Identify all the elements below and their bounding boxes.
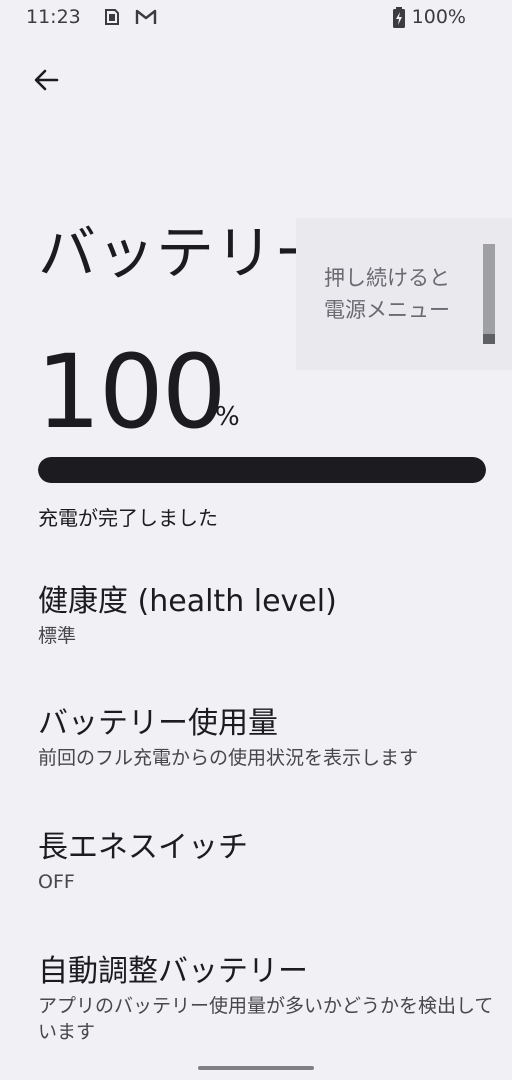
tooltip-text: 押し続けると 電源メニュー xyxy=(324,266,450,322)
navigation-handle[interactable] xyxy=(198,1066,314,1070)
setting-summary: OFF xyxy=(38,871,75,893)
status-bar: 11:23 100% xyxy=(0,0,512,36)
power-menu-tooltip: 押し続けると 電源メニュー xyxy=(296,218,512,370)
battery-unit: % xyxy=(215,402,240,432)
setting-adaptive-battery[interactable]: 自動調整バッテリー アプリのバッテリー使用量が多いかどうかを検出しています xyxy=(38,953,498,1045)
battery-level: 100 xyxy=(36,333,227,452)
battery-progress-fill xyxy=(38,457,486,483)
tooltip-scroll-track xyxy=(483,244,495,344)
setting-summary: 前回のフル充電からの使用状況を表示します xyxy=(38,747,419,769)
gmail-icon xyxy=(134,7,158,31)
back-button[interactable] xyxy=(24,58,68,102)
status-time: 11:23 xyxy=(26,6,81,28)
setting-title: バッテリー使用量 xyxy=(38,706,278,741)
setting-summary: アプリのバッテリー使用量が多いかどうかを検出しています xyxy=(38,995,494,1043)
tooltip-scroll-thumb xyxy=(483,334,495,344)
battery-settings-screen: 11:23 100% バッテリー 押し続けると 電源メニュー 100 % 充電が… xyxy=(0,0,512,1080)
battery-charging-icon xyxy=(392,7,406,33)
page-title: バッテリー xyxy=(38,219,334,287)
setting-title: 長エネスイッチ xyxy=(38,830,248,865)
setting-long-energy-switch[interactable]: 長エネスイッチ OFF xyxy=(38,829,498,895)
sim-card-icon xyxy=(102,7,122,31)
setting-battery-usage[interactable]: バッテリー使用量 前回のフル充電からの使用状況を表示します xyxy=(38,705,498,771)
setting-summary: 標準 xyxy=(38,625,77,647)
battery-progress-bar xyxy=(38,457,486,483)
setting-title: 自動調整バッテリー xyxy=(38,954,308,989)
setting-title: 健康度 (health level) xyxy=(38,584,337,619)
setting-health-level[interactable]: 健康度 (health level) 標準 xyxy=(38,583,498,649)
arrow-back-icon xyxy=(34,69,59,91)
status-battery-percent: 100% xyxy=(411,6,466,28)
charge-status: 充電が完了しました xyxy=(38,506,218,530)
